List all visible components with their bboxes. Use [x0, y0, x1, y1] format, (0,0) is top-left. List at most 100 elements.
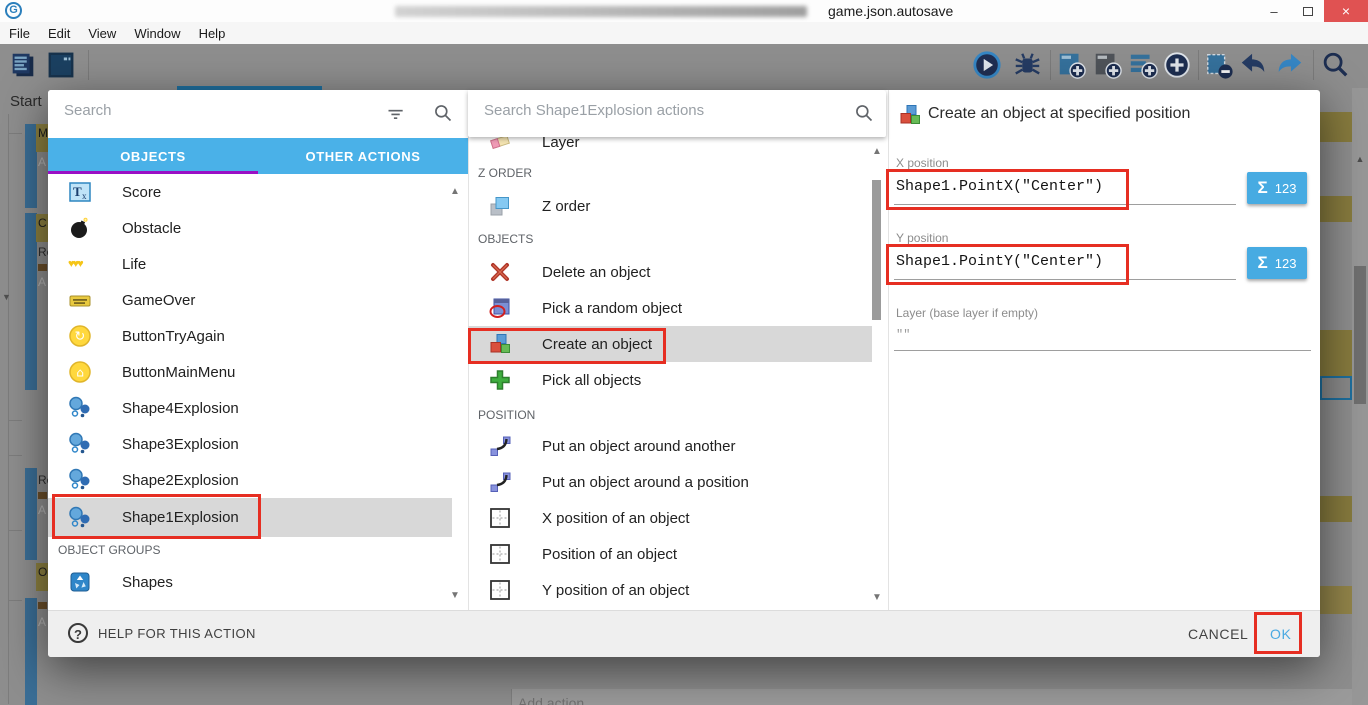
y-position-input[interactable]: Shape1.PointY("Center") — [896, 253, 1103, 270]
menu-window[interactable]: Window — [125, 26, 189, 41]
filter-icon[interactable] — [386, 104, 406, 124]
particles-icon — [68, 506, 92, 530]
choose-event-icon[interactable] — [1162, 50, 1192, 80]
tab-objects[interactable]: OBJECTS — [48, 138, 258, 174]
event-text-fragment: A — [38, 503, 46, 517]
hearts-icon: ♥♥♥ — [68, 252, 92, 276]
action-label: Put an object around another — [542, 438, 735, 455]
ok-button[interactable]: OK — [1270, 626, 1291, 642]
object-group-row-shapes[interactable]: Shapes — [48, 564, 452, 600]
help-icon: ? — [68, 623, 88, 643]
menu-help[interactable]: Help — [190, 26, 235, 41]
create-object-icon — [488, 332, 512, 356]
main-scrollbar: ▲ ▼ — [1352, 88, 1368, 705]
actions-search-input[interactable] — [484, 102, 824, 119]
action-label: Create an object — [542, 336, 652, 353]
add-comment-icon[interactable] — [1128, 50, 1158, 80]
delete-object-icon — [488, 260, 512, 284]
pick-random-icon — [488, 296, 512, 320]
event-indent-bar — [25, 598, 37, 705]
around-object-icon — [488, 470, 512, 494]
create-object-icon — [898, 103, 922, 127]
collapse-arrow-icon: ▼ — [2, 292, 11, 302]
action-row-position[interactable]: Position of an object — [468, 536, 872, 572]
maximize-icon — [1303, 7, 1313, 16]
objects-scroll-down-icon[interactable]: ▼ — [450, 590, 460, 601]
action-row-zorder[interactable]: Z order — [468, 188, 872, 224]
actions-scroll-down-icon[interactable]: ▼ — [872, 592, 882, 603]
objects-scroll-up-icon[interactable]: ▲ — [450, 186, 460, 197]
scene-editor-icon[interactable] — [46, 50, 76, 80]
add-event-icon[interactable] — [1056, 50, 1086, 80]
event-mini-icon — [38, 264, 47, 271]
action-row-delete-object[interactable]: Delete an object — [468, 254, 872, 290]
search-icon[interactable] — [433, 103, 453, 123]
y-expression-button[interactable]: Σ 123 — [1247, 247, 1307, 279]
action-row-pick-all[interactable]: Pick all objects — [468, 362, 872, 398]
event-mini-icon — [38, 492, 47, 499]
project-manager-icon[interactable] — [8, 50, 38, 80]
object-row-shape4explosion[interactable]: Shape4Explosion — [48, 390, 452, 426]
objects-search-input[interactable] — [64, 102, 364, 119]
object-label: Shape3Explosion — [122, 436, 239, 453]
object-row-shape2explosion[interactable]: Shape2Explosion — [48, 462, 452, 498]
retry-button-icon: ↻ — [68, 324, 92, 348]
action-row-pick-random[interactable]: Pick a random object — [468, 290, 872, 326]
cancel-button[interactable]: CANCEL — [1188, 626, 1248, 642]
object-row-buttonmainmenu[interactable]: ⌂ ButtonMainMenu — [48, 354, 452, 390]
object-row-life[interactable]: ♥♥♥ Life — [48, 246, 452, 282]
play-preview-icon[interactable] — [972, 50, 1002, 80]
debug-icon[interactable] — [1012, 50, 1042, 80]
close-button[interactable]: × — [1324, 0, 1368, 22]
object-row-buttontryagain[interactable]: ↻ ButtonTryAgain — [48, 318, 452, 354]
minimize-button[interactable]: – — [1258, 0, 1290, 22]
field-outline — [1320, 376, 1352, 400]
text-object-icon: Tx — [68, 180, 92, 204]
objects-panel: OBJECTS OTHER ACTIONS Tx Score Obstacle … — [48, 90, 468, 610]
svg-text:T: T — [73, 184, 82, 199]
event-condition-cell: O — [36, 563, 48, 591]
layer-input[interactable]: "" — [896, 328, 910, 342]
tab-other-actions[interactable]: OTHER ACTIONS — [258, 138, 468, 174]
object-row-shape1explosion-selected[interactable]: Shape1Explosion — [48, 498, 452, 537]
maximize-button[interactable] — [1292, 0, 1324, 22]
position-icon — [488, 578, 512, 602]
object-row-shape3explosion[interactable]: Shape3Explosion — [48, 426, 452, 462]
pick-all-icon — [488, 368, 512, 392]
action-row-create-object-selected[interactable]: Create an object — [468, 326, 872, 362]
add-subevent-icon[interactable] — [1092, 50, 1122, 80]
event-block — [1320, 330, 1352, 376]
object-label: ButtonTryAgain — [122, 328, 225, 345]
menu-edit[interactable]: Edit — [39, 26, 79, 41]
menu-file[interactable]: File — [0, 26, 39, 41]
event-block — [1320, 496, 1352, 522]
action-row-put-around-position[interactable]: Put an object around a position — [468, 464, 872, 500]
object-label: Score — [122, 184, 161, 201]
action-row-y-position[interactable]: Y position of an object — [468, 572, 872, 608]
actions-scrollbar-thumb[interactable] — [872, 180, 881, 320]
object-label: Life — [122, 256, 146, 273]
delete-event-icon[interactable] — [1204, 50, 1234, 80]
search-toolbar-icon[interactable] — [1320, 50, 1350, 80]
numbers-label: 123 — [1275, 181, 1297, 196]
object-label: Obstacle — [122, 220, 181, 237]
search-icon[interactable] — [854, 103, 874, 123]
tab-start-page: Start — [10, 93, 42, 110]
help-label: HELP FOR THIS ACTION — [98, 626, 256, 641]
undo-icon[interactable] — [1238, 50, 1268, 80]
menu-view[interactable]: View — [79, 26, 125, 41]
action-row-put-around-another[interactable]: Put an object around another — [468, 428, 872, 464]
object-row-score[interactable]: Tx Score — [48, 174, 452, 210]
object-groups-header: OBJECT GROUPS — [58, 543, 160, 557]
svg-text:x: x — [82, 191, 87, 201]
help-button[interactable]: ? HELP FOR THIS ACTION — [68, 623, 256, 643]
object-row-obstacle[interactable]: Obstacle — [48, 210, 452, 246]
x-expression-button[interactable]: Σ 123 — [1247, 172, 1307, 204]
x-position-input[interactable]: Shape1.PointX("Center") — [896, 178, 1103, 195]
object-group-label: Shapes — [122, 574, 173, 591]
redo-icon[interactable] — [1275, 50, 1305, 80]
actions-scroll-up-icon[interactable]: ▲ — [872, 146, 882, 157]
object-label: GameOver — [122, 292, 195, 309]
action-row-x-position[interactable]: X position of an object — [468, 500, 872, 536]
object-row-gameover[interactable]: GameOver — [48, 282, 452, 318]
